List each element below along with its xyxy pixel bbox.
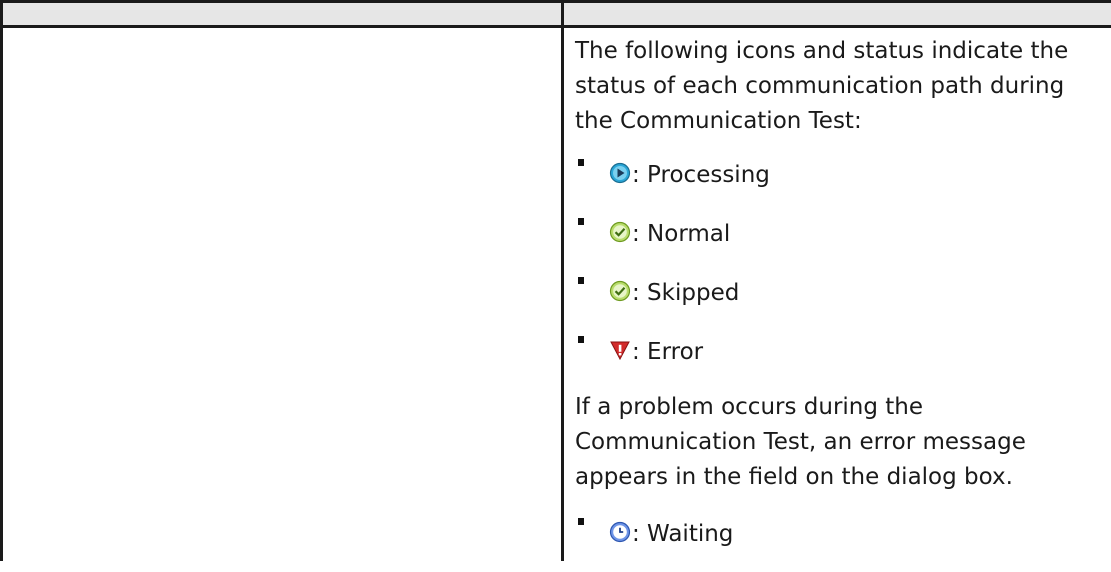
status-label-processing: : Processing <box>632 162 770 188</box>
bullet <box>578 218 584 225</box>
list-item: : Waiting <box>575 513 1105 555</box>
bullet <box>578 277 584 284</box>
waiting-icon <box>609 521 631 543</box>
bullet <box>578 518 584 525</box>
list-item: : Normal <box>575 213 1105 255</box>
bullet <box>578 336 584 343</box>
error-icon <box>609 339 631 361</box>
waiting-status-list: : Waiting <box>575 513 1105 555</box>
normal-icon <box>609 221 631 243</box>
list-item: : Skipped <box>575 272 1105 314</box>
document-table: The following icons and status indicate … <box>0 0 1111 561</box>
skipped-icon <box>609 280 631 302</box>
status-label-error: : Error <box>632 339 704 365</box>
list-item: : Processing <box>575 154 1105 196</box>
bullet <box>578 159 584 166</box>
table-left-border <box>0 0 3 561</box>
status-label-waiting: : Waiting <box>632 521 734 547</box>
status-label-normal: : Normal <box>632 221 731 247</box>
intro-paragraph: The following icons and status indicate … <box>575 38 1069 134</box>
table-header-row <box>0 0 1111 28</box>
column-divider <box>561 0 564 561</box>
problem-paragraph: If a problem occurs during the Communica… <box>575 394 1026 490</box>
description-cell: The following icons and status indicate … <box>575 34 1105 572</box>
list-item: : Error <box>575 331 1105 373</box>
status-label-skipped: : Skipped <box>632 280 740 306</box>
processing-icon <box>609 162 631 184</box>
status-icon-list: : Processing : Normal: Skipped: Error <box>575 154 1105 373</box>
